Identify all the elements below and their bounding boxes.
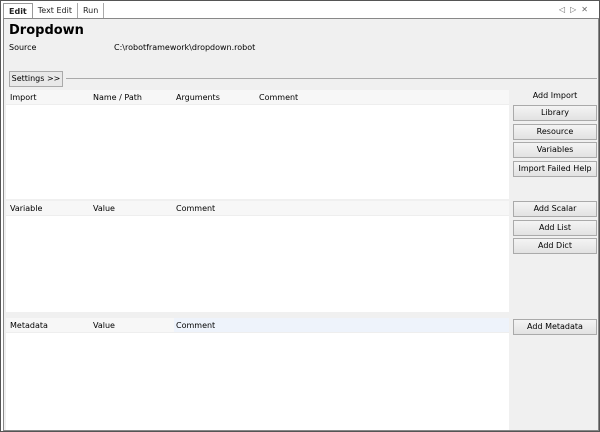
- edit-panel: Dropdown Source C:\robotframework\dropdo…: [3, 18, 599, 431]
- tab-text-edit[interactable]: Text Edit: [33, 3, 78, 18]
- variables-button[interactable]: Variables: [513, 142, 597, 158]
- source-label: Source: [9, 43, 37, 52]
- column-header: Arguments: [176, 93, 220, 102]
- settings-button[interactable]: Settings >>: [9, 71, 63, 87]
- import-table[interactable]: Import Name / Path Arguments Comment: [6, 90, 509, 199]
- close-icon[interactable]: ✕: [581, 5, 593, 14]
- tab-navigation: ◁▷✕: [559, 5, 593, 14]
- column-header: Comment: [176, 321, 216, 330]
- add-dict-button[interactable]: Add Dict: [513, 238, 597, 254]
- editor-window: Edit Text Edit Run ◁▷✕ Dropdown Source C…: [0, 0, 600, 432]
- arrow-right-icon[interactable]: ▷: [570, 5, 581, 14]
- tab-run[interactable]: Run: [78, 3, 105, 18]
- table-header: Import Name / Path Arguments Comment: [6, 90, 509, 105]
- column-header: Import: [10, 93, 37, 102]
- column-header: Value: [93, 321, 115, 330]
- column-header: Metadata: [10, 321, 48, 330]
- arrow-left-icon[interactable]: ◁: [559, 5, 570, 14]
- column-header: Value: [93, 204, 115, 213]
- table-header: Variable Value Comment: [6, 201, 509, 216]
- metadata-table[interactable]: Metadata Value Comment: [6, 318, 509, 430]
- tab-edit[interactable]: Edit: [3, 3, 33, 19]
- table-header: Metadata Value Comment: [6, 318, 509, 333]
- column-header: Name / Path: [93, 93, 142, 102]
- add-list-button[interactable]: Add List: [513, 220, 597, 236]
- column-header: Comment: [259, 93, 299, 102]
- page-title: Dropdown: [9, 23, 84, 38]
- source-path: C:\robotframework\dropdown.robot: [114, 43, 256, 52]
- variable-table[interactable]: Variable Value Comment: [6, 201, 509, 312]
- add-metadata-button[interactable]: Add Metadata: [513, 319, 597, 335]
- import-failed-help-button[interactable]: Import Failed Help: [513, 161, 597, 177]
- add-import-label: Add Import: [532, 91, 578, 100]
- divider: [66, 78, 597, 79]
- add-scalar-button[interactable]: Add Scalar: [513, 201, 597, 217]
- tab-bar: Edit Text Edit Run: [3, 3, 105, 19]
- library-button[interactable]: Library: [513, 105, 597, 121]
- column-header: Variable: [10, 204, 43, 213]
- column-header: Comment: [176, 204, 216, 213]
- resource-button[interactable]: Resource: [513, 124, 597, 140]
